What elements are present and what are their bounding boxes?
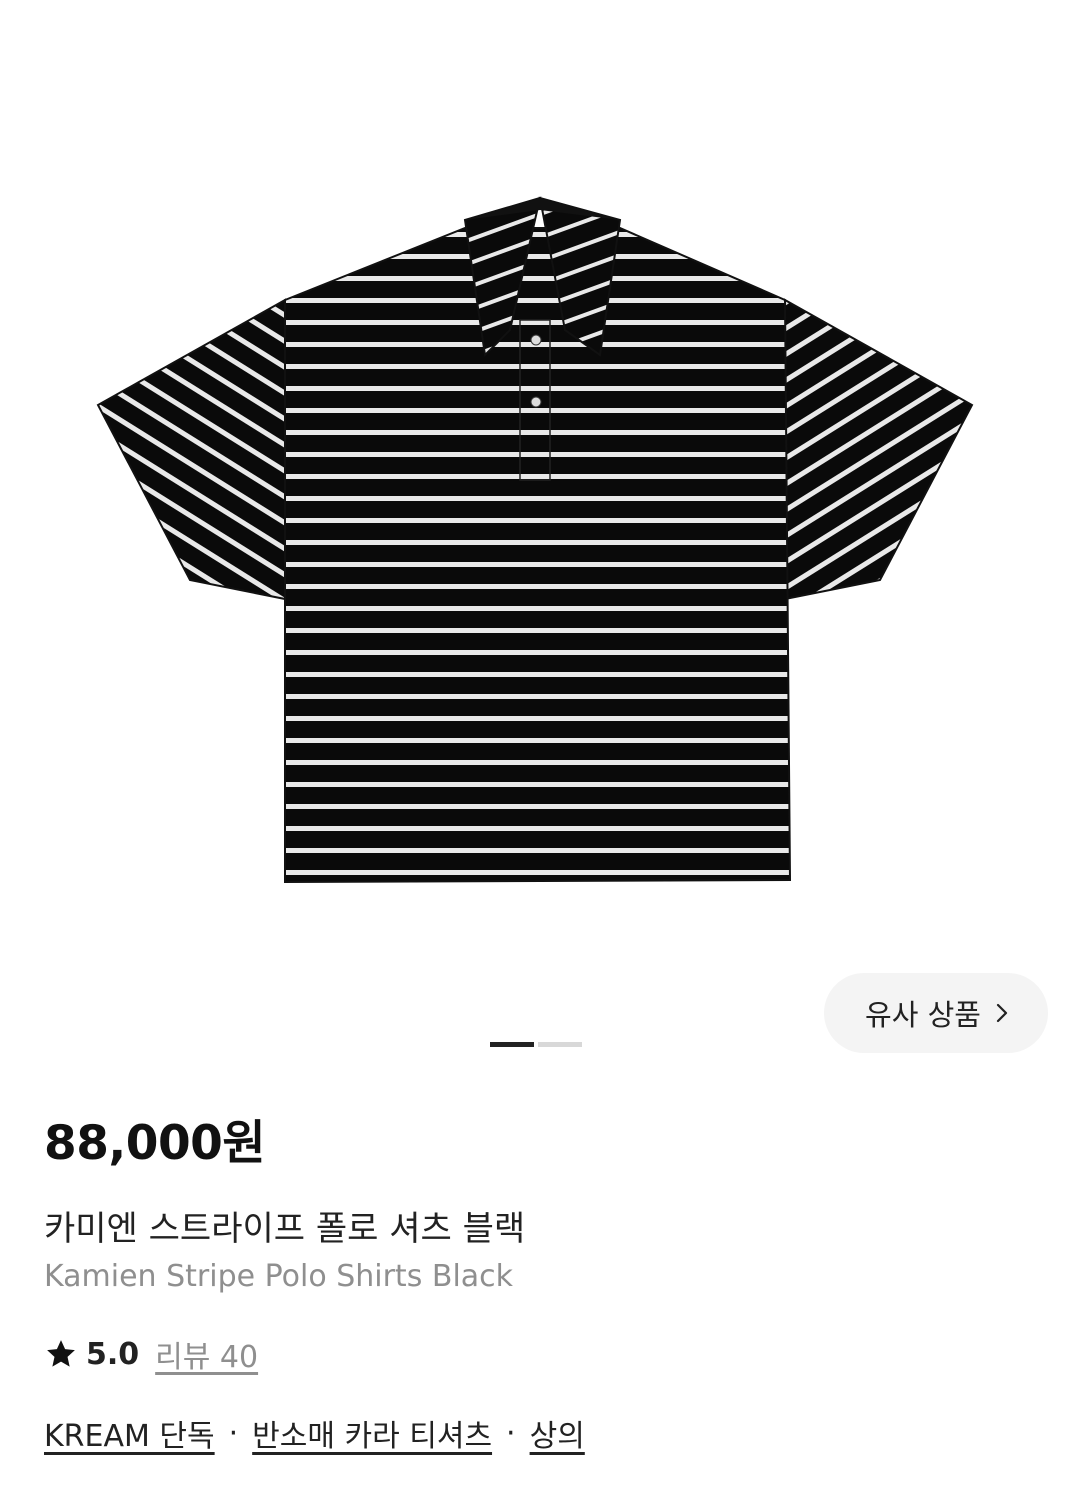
product-name-english: Kamien Stripe Polo Shirts Black <box>44 1259 514 1294</box>
review-count-link[interactable]: 리뷰 40 <box>155 1332 258 1376</box>
tag-kream-exclusive[interactable]: KREAM 단독 <box>44 1411 215 1455</box>
tag-short-sleeve-collar-tshirt[interactable]: 반소매 카라 티셔츠 <box>252 1411 492 1455</box>
product-name-korean: 카미엔 스트라이프 폴로 셔츠 블랙 <box>44 1209 526 1249</box>
star-icon <box>47 1340 75 1367</box>
similar-products-button[interactable]: 유사 상품 <box>824 973 1048 1053</box>
product-price: 88,000원 <box>44 1116 266 1171</box>
chevron-right-icon <box>996 1003 1008 1023</box>
product-gallery[interactable]: 유사 상품 <box>0 0 1071 1070</box>
rating-value: 5.0 <box>86 1336 140 1372</box>
page-indicator-inactive[interactable] <box>538 1042 582 1047</box>
product-image <box>96 196 974 884</box>
tag-tops[interactable]: 상의 <box>530 1411 585 1455</box>
tag-separator: · <box>228 1415 239 1451</box>
similar-products-label: 유사 상품 <box>865 998 981 1032</box>
page-indicator-active[interactable] <box>490 1042 534 1047</box>
tag-list: KREAM 단독 · 반소매 카라 티셔츠 · 상의 <box>44 1411 585 1455</box>
tag-separator: · <box>506 1415 516 1451</box>
rating-row: 5.0 리뷰 40 <box>44 1332 258 1376</box>
